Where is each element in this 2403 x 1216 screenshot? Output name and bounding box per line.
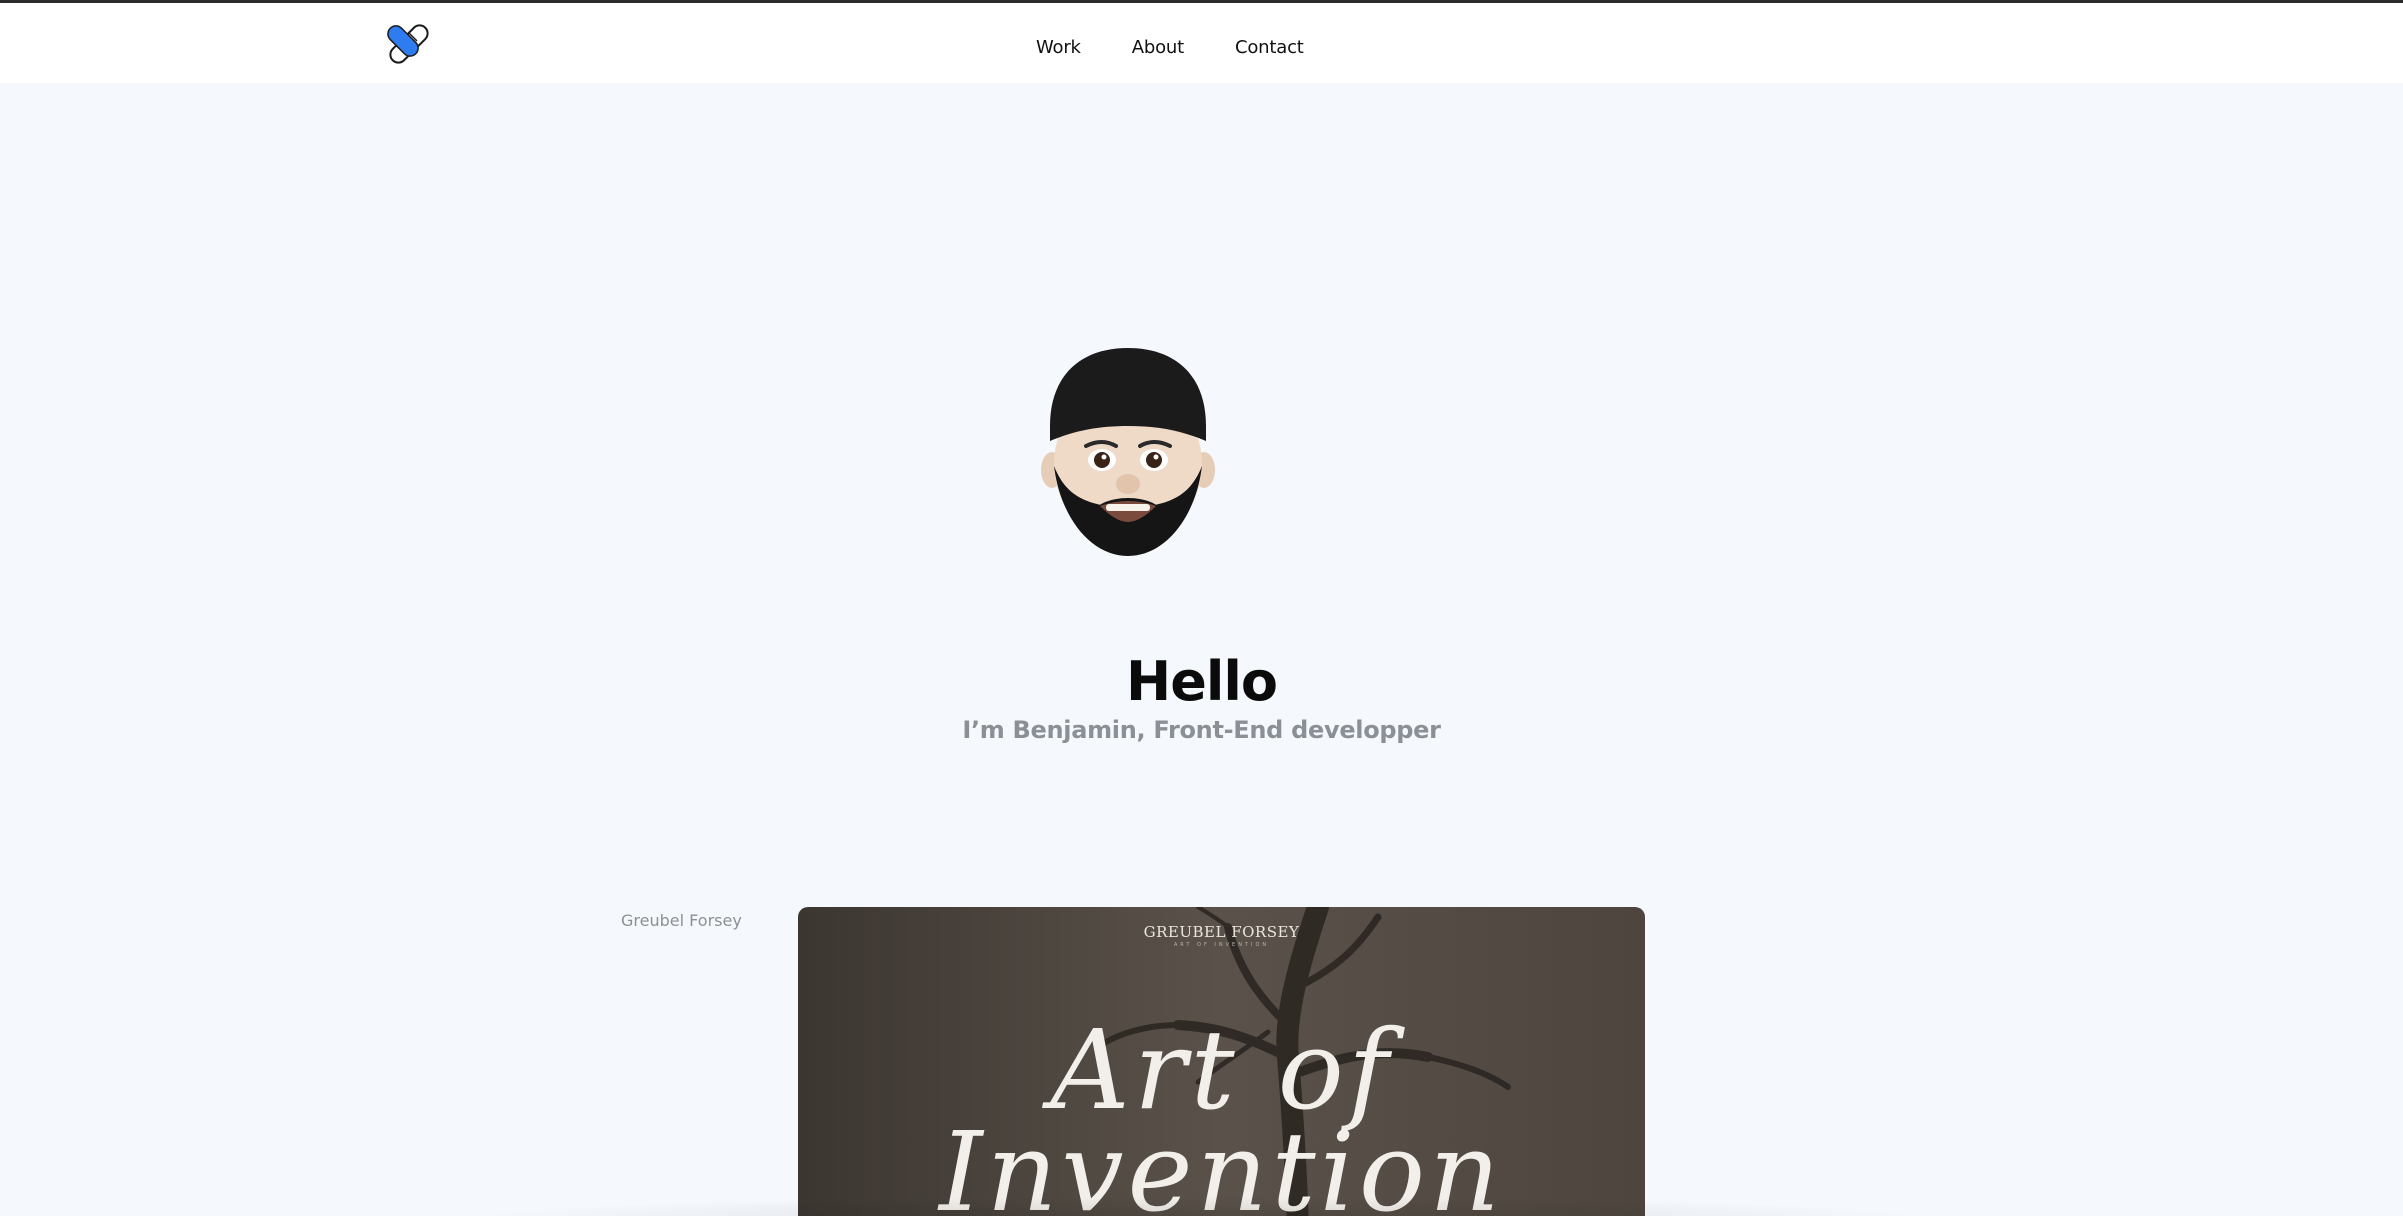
top-navigation-bar: Work About Contact — [0, 0, 2403, 83]
logo-icon[interactable] — [383, 23, 435, 65]
nav-work-link[interactable]: Work — [1036, 37, 1081, 58]
bottom-shadow — [470, 1196, 1930, 1216]
avatar — [1041, 348, 1215, 556]
main-nav: Work About Contact — [1036, 37, 1304, 58]
project-label: Greubel Forsey — [621, 911, 742, 930]
card-brand-subtitle: ART OF INVENTION — [1173, 942, 1270, 948]
hero-subtitle: I’m Benjamin, Front-End developper — [962, 716, 1441, 744]
nav-contact-link[interactable]: Contact — [1235, 37, 1304, 58]
project-card[interactable]: GREUBEL FORSEY ART OF INVENTION Art of I… — [798, 907, 1645, 1216]
hero-title: Hello — [1126, 650, 1278, 713]
nav-about-link[interactable]: About — [1132, 37, 1184, 58]
card-brand: GREUBEL FORSEY — [1143, 923, 1300, 941]
